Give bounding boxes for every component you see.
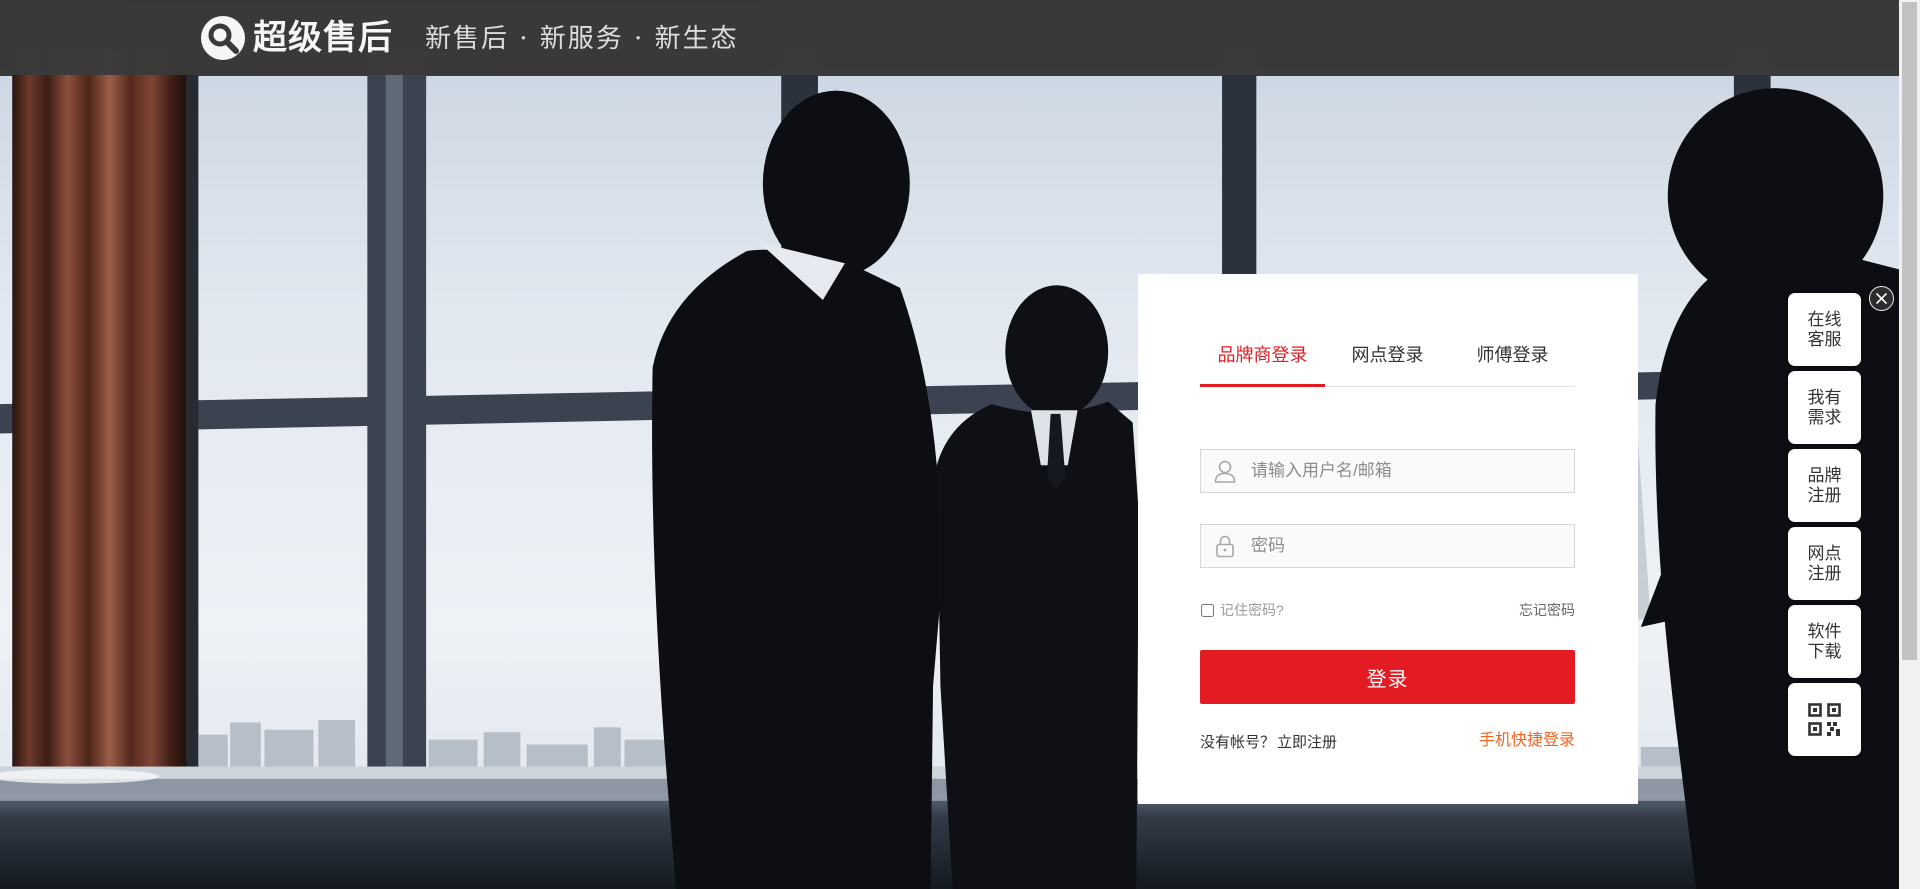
side-item-my-needs[interactable]: 我有 需求: [1788, 371, 1861, 444]
tagline: 新售后 · 新服务 · 新生态: [425, 24, 739, 54]
qr-code-icon: [1808, 703, 1841, 736]
no-account-text: 没有帐号？: [1200, 733, 1276, 751]
login-tabs: 品牌商登录 网点登录 师傅登录: [1200, 338, 1575, 387]
curtain: [12, 48, 187, 784]
side-toolbar-close-button[interactable]: [1869, 286, 1894, 311]
side-item-label: 软件: [1807, 621, 1842, 641]
close-icon: [1876, 293, 1887, 304]
forgot-password-link[interactable]: 忘记密码: [1519, 600, 1575, 620]
wrench-search-icon: [201, 16, 245, 60]
side-item-label: 需求: [1807, 407, 1842, 427]
side-item-software-download[interactable]: 软件 下载: [1788, 605, 1861, 678]
login-form: 品牌商登录 网点登录 师傅登录 记住密码? 忘记密码 登录: [1200, 274, 1575, 804]
login-panel: 品牌商登录 网点登录 师傅登录 记住密码? 忘记密码 登录: [1138, 274, 1638, 804]
side-item-qr-code[interactable]: [1788, 683, 1861, 756]
password-input[interactable]: [1201, 525, 1574, 567]
remember-password-label[interactable]: 记住密码?: [1220, 600, 1284, 620]
side-item-label: 下载: [1807, 641, 1842, 661]
register-link[interactable]: 立即注册: [1277, 731, 1337, 752]
side-item-outlet-register[interactable]: 网点 注册: [1788, 527, 1861, 600]
top-header: 超级售后 新售后 · 新服务 · 新生态: [0, 0, 1899, 75]
username-field: [1200, 449, 1575, 493]
remember-password-row: 记住密码?: [1200, 600, 1284, 620]
side-item-label: 品牌: [1807, 465, 1842, 485]
login-button[interactable]: 登录: [1200, 650, 1575, 704]
side-item-label: 注册: [1807, 485, 1842, 505]
page-scrollbar[interactable]: [1899, 0, 1920, 889]
side-item-label: 我有: [1807, 387, 1842, 407]
side-item-online-service[interactable]: 在线 客服: [1788, 293, 1861, 366]
remember-password-checkbox[interactable]: [1201, 603, 1214, 617]
username-input[interactable]: [1201, 450, 1574, 492]
tab-brand-login[interactable]: 品牌商登录: [1200, 338, 1325, 387]
logo-text: 超级售后: [253, 19, 393, 57]
side-item-label: 在线: [1807, 309, 1842, 329]
password-field: [1200, 524, 1575, 568]
side-item-label: 网点: [1807, 543, 1842, 563]
tab-technician-login[interactable]: 师傅登录: [1450, 338, 1575, 386]
sms-login-link[interactable]: 手机快捷登录: [1479, 730, 1575, 752]
side-item-label: 客服: [1807, 329, 1842, 349]
tab-outlet-login[interactable]: 网点登录: [1325, 338, 1450, 386]
scrollbar-thumb[interactable]: [1902, 2, 1917, 660]
logo[interactable]: 超级售后: [200, 15, 393, 61]
register-row: 没有帐号？ 立即注册: [1200, 730, 1337, 752]
side-item-brand-register[interactable]: 品牌 注册: [1788, 449, 1861, 522]
side-item-label: 注册: [1807, 563, 1842, 583]
side-toolbar: 在线 客服 我有 需求 品牌 注册 网点 注册 软件 下载: [1788, 293, 1861, 756]
